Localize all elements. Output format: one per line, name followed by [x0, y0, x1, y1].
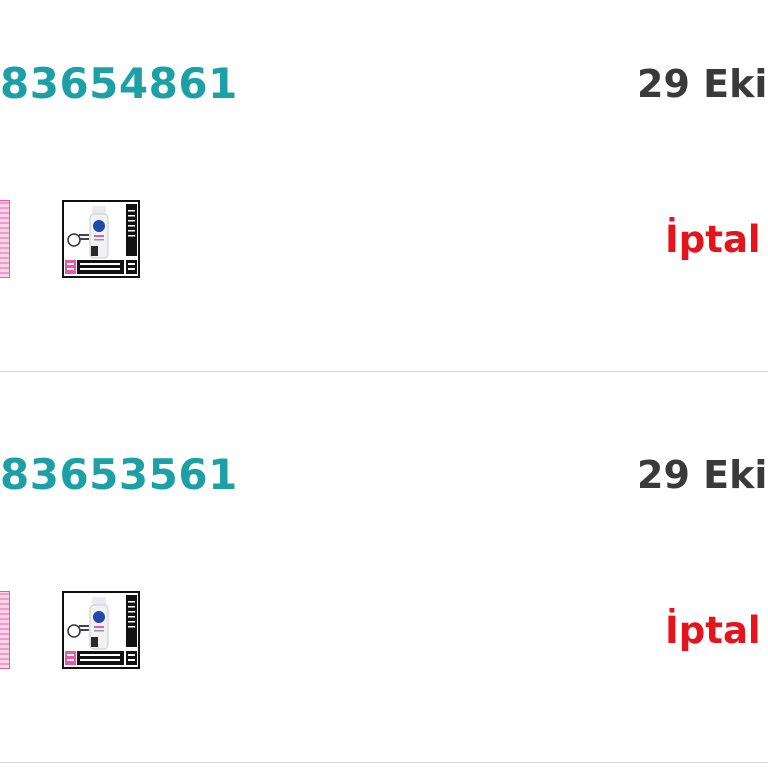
order-date: 29 Eki: [637, 62, 768, 106]
order-date: 29 Eki: [637, 453, 768, 497]
divider: [0, 762, 768, 763]
product-thumbnail-deodorant[interactable]: [62, 200, 140, 278]
order-card[interactable]: 83654861 29 Eki İptal: [0, 0, 768, 372]
order-card[interactable]: 83653561 29 Eki İptal: [0, 391, 768, 763]
order-status-badge: İptal: [665, 218, 761, 261]
order-list: 83654861 29 Eki İptal 83653561 29 Eki İp…: [0, 0, 768, 768]
order-number[interactable]: 83653561: [0, 451, 238, 499]
product-thumbnail-partial[interactable]: [0, 591, 10, 669]
divider: [0, 371, 768, 372]
product-thumbnail-partial[interactable]: [0, 200, 10, 278]
order-number[interactable]: 83654861: [0, 60, 238, 108]
order-status-badge: İptal: [665, 609, 761, 652]
product-thumbnail-deodorant[interactable]: [62, 591, 140, 669]
